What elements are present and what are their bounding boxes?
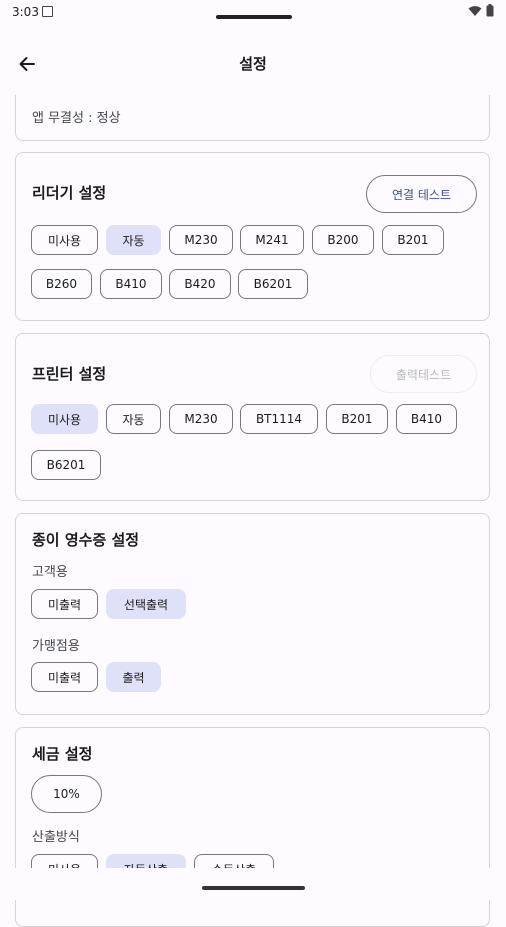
merchant-option-print[interactable]: 출력 — [106, 662, 161, 692]
printer-option-auto[interactable]: 자동 — [106, 404, 161, 434]
printer-option-unused[interactable]: 미사용 — [31, 404, 98, 434]
camera-pill — [216, 15, 292, 19]
customer-option-optional-print[interactable]: 선택출력 — [106, 589, 186, 619]
printer-option-b410[interactable]: B410 — [396, 404, 457, 434]
navigation-bar — [0, 868, 506, 900]
status-bar: 3:03 — [0, 0, 506, 26]
reader-option-m230[interactable]: M230 — [169, 225, 233, 255]
print-test-button[interactable]: 출력테스트 — [370, 355, 477, 393]
printer-option-b201[interactable]: B201 — [326, 404, 388, 434]
calculation-method-label: 산출방식 — [32, 830, 80, 845]
battery-icon — [486, 4, 494, 17]
connection-test-button[interactable]: 연결 테스트 — [366, 175, 477, 213]
reader-option-b201[interactable]: B201 — [382, 225, 444, 255]
reader-option-m241[interactable]: M241 — [240, 225, 304, 255]
app-bar: 설정 — [0, 40, 506, 90]
reader-option-b410[interactable]: B410 — [100, 269, 162, 299]
paper-receipt-title: 종이 영수증 설정 — [32, 531, 140, 549]
gesture-handle[interactable] — [202, 886, 305, 890]
printer-settings-title: 프린터 설정 — [32, 365, 107, 383]
integrity-status: 앱 무결성 : 정상 — [32, 111, 121, 126]
reader-option-unused[interactable]: 미사용 — [31, 225, 98, 255]
paper-receipt-card: 종이 영수증 설정 고객용 미출력 선택출력 가맹점용 미출력 출력 — [15, 513, 490, 715]
customer-copy-label: 고객용 — [32, 565, 68, 580]
merchant-option-no-print[interactable]: 미출력 — [31, 662, 98, 692]
integrity-card: 앱 무결성 : 정상 — [15, 95, 490, 141]
printer-option-m230[interactable]: M230 — [169, 404, 233, 434]
reader-settings-card: 리더기 설정 연결 테스트 미사용 자동 M230 M241 B200 B201… — [15, 152, 490, 321]
reader-option-auto[interactable]: 자동 — [106, 225, 161, 255]
reader-option-b200[interactable]: B200 — [312, 225, 374, 255]
printer-option-bt1114[interactable]: BT1114 — [240, 404, 318, 434]
printer-option-b6201[interactable]: B6201 — [31, 450, 101, 480]
reader-option-b260[interactable]: B260 — [31, 269, 92, 299]
wifi-icon — [468, 5, 482, 16]
reader-option-b420[interactable]: B420 — [169, 269, 231, 299]
page-title: 설정 — [239, 55, 267, 73]
reader-option-b6201[interactable]: B6201 — [238, 269, 308, 299]
customer-option-no-print[interactable]: 미출력 — [31, 589, 98, 619]
reader-settings-title: 리더기 설정 — [32, 184, 107, 202]
tax-rate-button[interactable]: 10% — [31, 775, 102, 813]
printer-settings-card: 프린터 설정 출력테스트 미사용 자동 M230 BT1114 B201 B41… — [15, 333, 490, 501]
tax-settings-title: 세금 설정 — [32, 745, 93, 763]
status-time: 3:03 — [12, 5, 39, 19]
status-icons — [468, 4, 494, 17]
merchant-copy-label: 가맹점용 — [32, 639, 80, 654]
notification-icon — [42, 6, 53, 17]
